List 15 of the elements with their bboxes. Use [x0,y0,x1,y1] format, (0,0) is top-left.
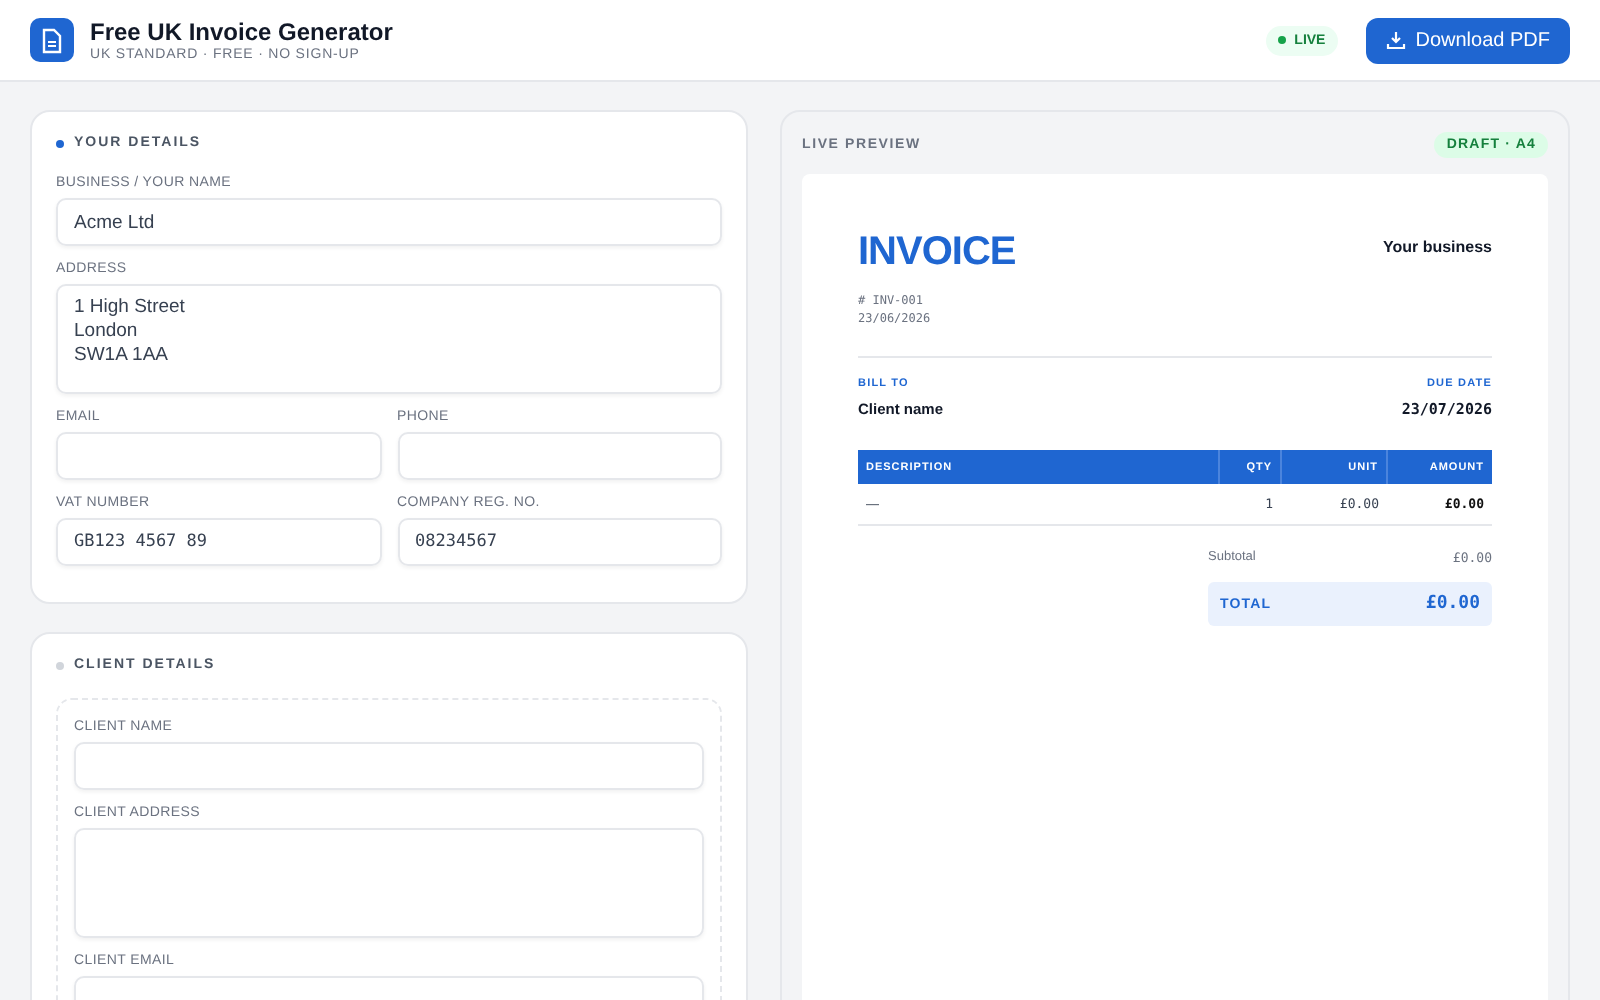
download-icon [1385,30,1406,50]
input-field[interactable]: GB123 4567 89 [56,518,381,566]
input-field[interactable] [56,432,381,480]
input-field[interactable]: 08234567 [397,518,722,566]
textarea-field[interactable]: 1 High Street London SW1A 1AA [56,284,722,394]
textarea-field[interactable] [74,828,704,938]
invoice-heading: INVOICE [858,230,1016,276]
business-name: Your business [1382,238,1492,256]
total-value: £0.00 [1425,594,1480,614]
download-button[interactable]: Download PDF [1365,17,1570,63]
document-icon [30,18,74,62]
input-field[interactable] [74,742,704,790]
input-field[interactable]: Acme Ltd [56,198,722,246]
input-field[interactable] [397,432,722,480]
app-title: Free UK Invoice Generator [90,18,393,46]
